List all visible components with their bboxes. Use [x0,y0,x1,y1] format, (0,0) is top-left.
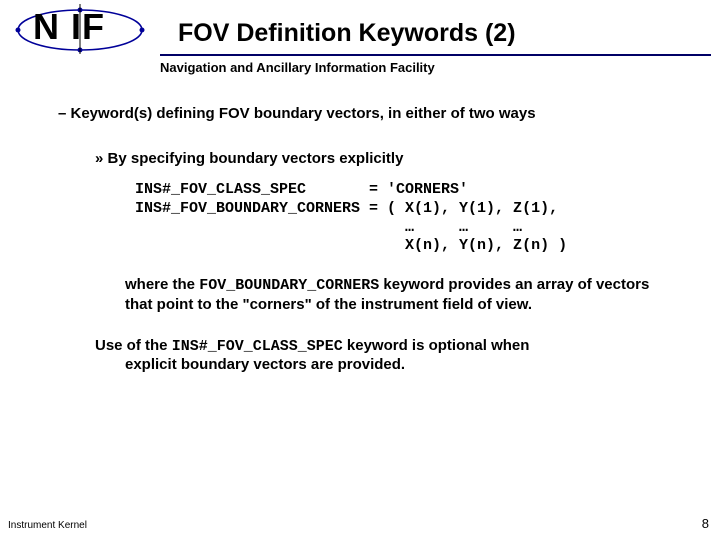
bullet-level-1: – Keyword(s) defining FOV boundary vecto… [58,105,691,122]
logo-text: N IF [33,6,105,48]
paragraph-1: where the FOV_BOUNDARY_CORNERS keyword p… [125,276,671,315]
code-block: INS#_FOV_CLASS_SPEC = 'CORNERS' INS#_FOV… [135,181,691,256]
slide-subtitle: Navigation and Ancillary Information Fac… [160,60,721,75]
para2-code: INS#_FOV_CLASS_SPEC [172,338,343,355]
slide-content: – Keyword(s) defining FOV boundary vecto… [0,105,721,375]
naif-logo: N IF [10,4,160,54]
slide-title: FOV Definition Keywords (2) [178,19,516,48]
page-number: 8 [702,516,709,531]
bullet-level-2: » By specifying boundary vectors explici… [95,150,691,167]
footer-left-label: Instrument Kernel [8,520,87,531]
para2-text-a: Use of the [95,337,172,354]
slide-header: N IF FOV Definition Keywords (2) [0,0,721,54]
para1-text-a: where the [125,276,199,293]
para2-text-b: keyword is optional when [343,337,530,354]
para1-code: FOV_BOUNDARY_CORNERS [199,277,379,294]
title-divider [160,54,711,56]
paragraph-2: Use of the INS#_FOV_CLASS_SPEC keyword i… [95,337,651,376]
para2-text-c: explicit boundary vectors are provided. [125,356,651,375]
